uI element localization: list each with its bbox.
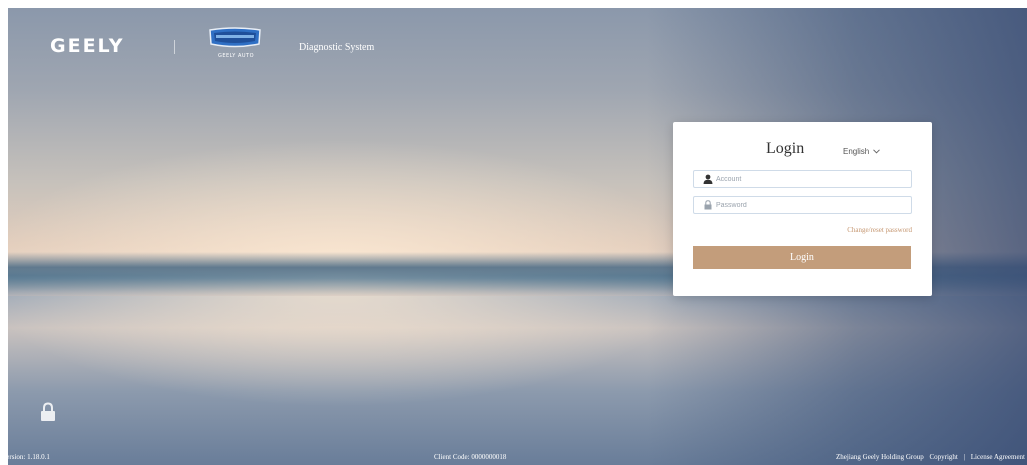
client-code: Client Code: 0000000018 xyxy=(434,453,507,461)
license-agreement-link[interactable]: License Agreement xyxy=(971,453,1025,461)
geely-auto-emblem: GEELY AUTO xyxy=(206,26,264,62)
emblem-shield-icon xyxy=(209,27,261,48)
system-title: Diagnostic System xyxy=(299,42,375,53)
user-icon xyxy=(703,174,713,184)
top-bar: GEELY GEELY AUTO Diagnostic System xyxy=(8,8,1027,68)
company-name: Zhejiang Geely Holding Group xyxy=(836,453,924,461)
account-field[interactable] xyxy=(693,170,912,188)
chevron-down-icon xyxy=(873,149,881,154)
login-title: Login xyxy=(766,140,805,157)
copyright-text: Copyright xyxy=(929,453,958,461)
footer-right: Zhejiang Geely Holding Group Copyright |… xyxy=(836,453,1025,461)
footer: Version: 1.18.0.1 Client Code: 000000001… xyxy=(0,453,1027,465)
emblem-label: GEELY AUTO xyxy=(217,53,255,59)
brand-divider xyxy=(174,40,175,54)
login-button[interactable]: Login xyxy=(693,246,911,269)
account-input[interactable] xyxy=(716,171,906,187)
password-field[interactable] xyxy=(693,196,912,214)
language-value: English xyxy=(843,147,870,156)
screen-lock-icon[interactable] xyxy=(40,402,56,422)
language-select[interactable]: English xyxy=(843,147,881,156)
footer-separator: | xyxy=(963,453,966,461)
brand-logo: GEELY xyxy=(50,35,125,57)
password-input[interactable] xyxy=(716,197,906,213)
lock-icon xyxy=(704,200,712,210)
change-reset-password-link[interactable]: Change/reset password xyxy=(847,226,912,234)
login-card: Login English Change/reset password Logi… xyxy=(673,122,932,296)
version-text: Version: 1.18.0.1 xyxy=(2,453,50,461)
